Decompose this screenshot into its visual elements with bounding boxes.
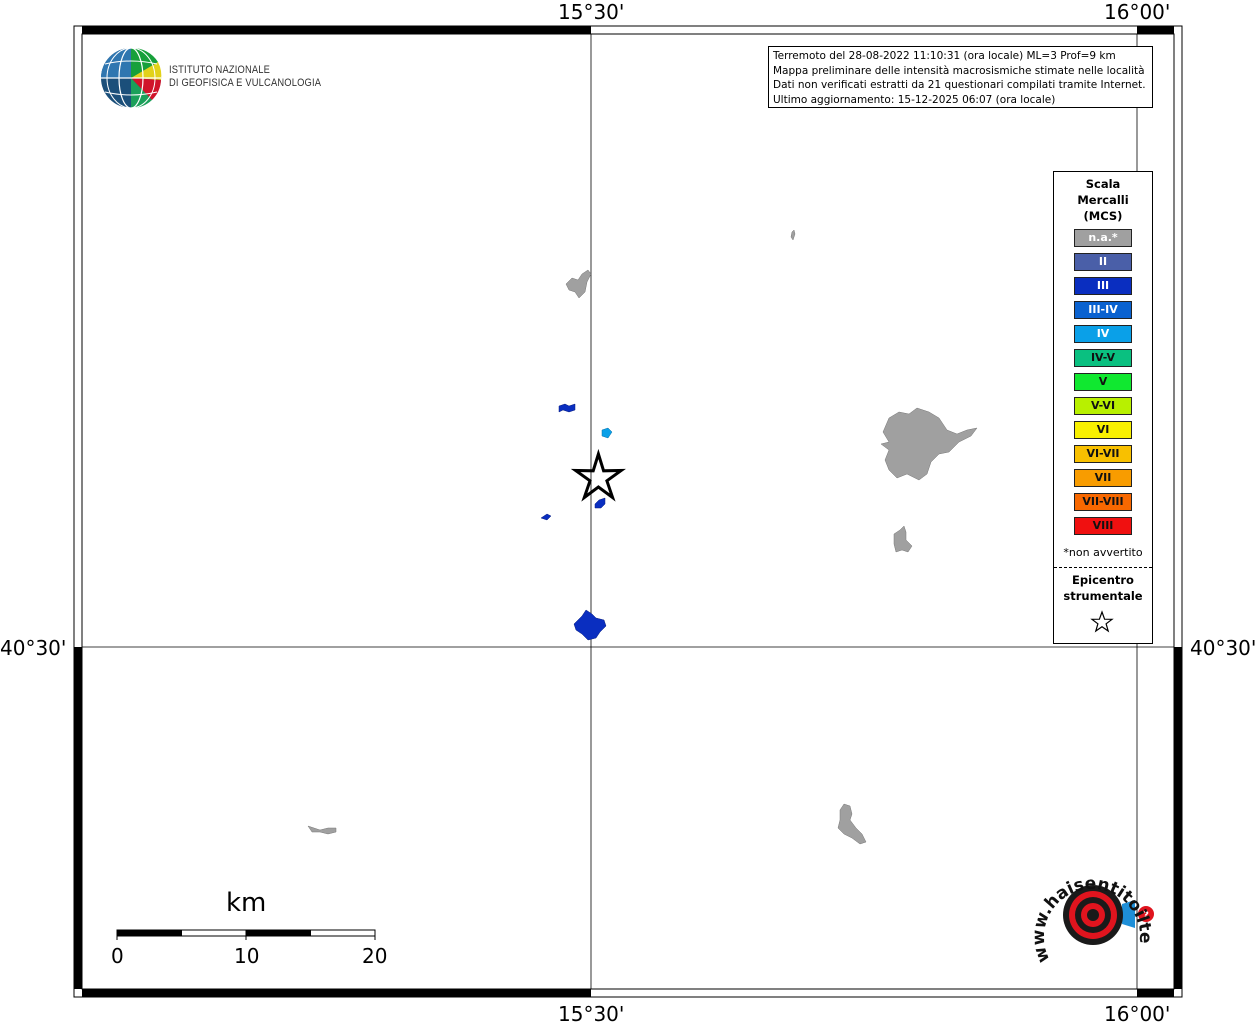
axis-label-top-16-00: 16°00' bbox=[1104, 0, 1171, 24]
epicenter-legend-title: Epicentro strumentale bbox=[1054, 572, 1152, 604]
legend-title-line1: Scala bbox=[1085, 177, 1121, 191]
axis-label-bottom-15-30: 15°30' bbox=[558, 1002, 625, 1026]
locality-polygon bbox=[558, 403, 576, 413]
legend-swatch: V-VI bbox=[1074, 397, 1132, 415]
legend-title-line3: (MCS) bbox=[1083, 209, 1123, 223]
legend-swatch: IV bbox=[1074, 325, 1132, 343]
legend-swatch: n.a.* bbox=[1074, 229, 1132, 247]
event-info-box: Terremoto del 28-08-2022 11:10:31 (ora l… bbox=[768, 46, 1153, 108]
legend-swatch: V bbox=[1074, 373, 1132, 391]
legend-swatch: VIII bbox=[1074, 517, 1132, 535]
event-info-line4: Ultimo aggiornamento: 15-12-2025 06:07 (… bbox=[773, 93, 1056, 106]
axis-label-right-40-30: 40°30' bbox=[1190, 636, 1255, 660]
ingv-line1: ISTITUTO NAZIONALE bbox=[169, 64, 271, 76]
epicenter-line1: Epicentro bbox=[1072, 573, 1134, 587]
map-area bbox=[81, 33, 1175, 990]
legend-title: Scala Mercalli (MCS) bbox=[1054, 176, 1152, 224]
legend-swatch: VI-VII bbox=[1074, 445, 1132, 463]
legend-swatch: VI bbox=[1074, 421, 1132, 439]
axis-label-top-15-30: 15°30' bbox=[558, 0, 625, 24]
scale-tick-20: 20 bbox=[362, 944, 388, 968]
epicenter-line2: strumentale bbox=[1063, 589, 1143, 603]
globe-icon bbox=[101, 47, 162, 109]
legend-note: *non avvertito bbox=[1063, 546, 1143, 559]
legend-divider bbox=[1054, 567, 1152, 568]
event-info-line1: Terremoto del 28-08-2022 11:10:31 (ora l… bbox=[773, 50, 1116, 62]
mcs-legend: Scala Mercalli (MCS) n.a.* II III III-IV IV I… bbox=[1053, 171, 1153, 644]
legend-swatch: VII-VIII bbox=[1074, 493, 1132, 511]
legend-swatch: III-IV bbox=[1074, 301, 1132, 319]
star-icon bbox=[1090, 610, 1114, 633]
ingv-logo-text: ISTITUTO NAZIONALE DI GEOFISICA E VULCAN… bbox=[169, 64, 321, 90]
legend-swatch: VII bbox=[1074, 469, 1132, 487]
scale-tick-0: 0 bbox=[111, 944, 124, 968]
scale-tick-10: 10 bbox=[234, 944, 260, 968]
legend-title-line2: Mercalli bbox=[1077, 193, 1129, 207]
legend-swatch: IV-V bbox=[1074, 349, 1132, 367]
ingv-line2: DI GEOFISICA E VULCANOLOGIA bbox=[169, 77, 322, 89]
axis-label-bottom-16-00: 16°00' bbox=[1104, 1002, 1171, 1026]
scale-unit: km bbox=[226, 888, 267, 918]
axis-label-left-40-30: 40°30' bbox=[0, 636, 67, 660]
event-info-line3: Dati non verificati estratti da 21 quest… bbox=[773, 79, 1146, 91]
legend-swatch: III bbox=[1074, 277, 1132, 295]
event-info-line2: Mappa preliminare delle intensità macros… bbox=[773, 64, 1145, 77]
legend-swatch: II bbox=[1074, 253, 1132, 271]
